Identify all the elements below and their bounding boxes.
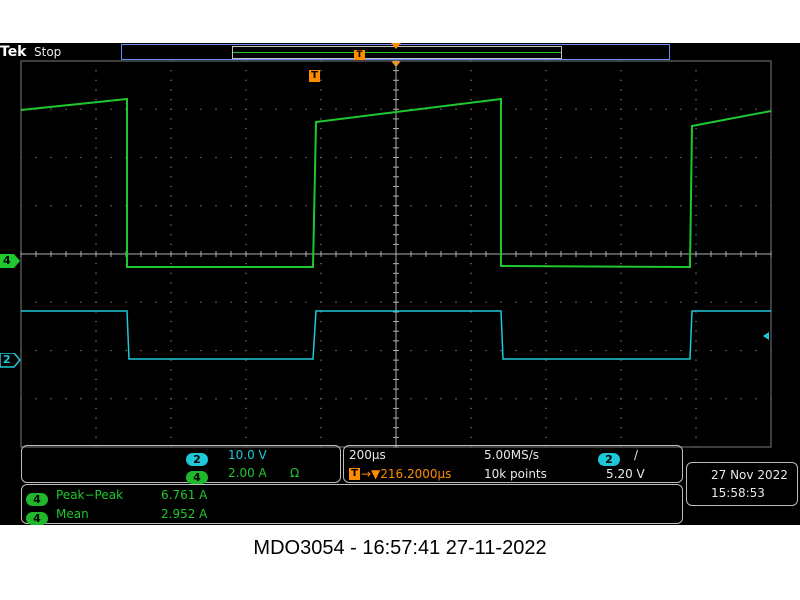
graticule-grid — [20, 60, 772, 448]
trigger-level-arrow[interactable] — [760, 331, 772, 341]
sample-rate: 5.00MS/s — [484, 448, 539, 462]
trigger-delay: →▼216.2000µs — [361, 467, 452, 481]
measurement-badge: 4 — [26, 493, 48, 506]
trigger-delay-icon: T — [349, 468, 360, 480]
timebase-panel[interactable]: 200µs 5.00MS/s 2 / T →▼216.2000µs 10k po… — [343, 445, 683, 483]
measurements-panel[interactable]: 4 Peak−Peak 6.761 A 4 Mean 2.952 A — [21, 484, 683, 525]
measurement-badge: 4 — [26, 512, 48, 525]
measurement-label: Mean — [56, 507, 89, 521]
time-display: 15:58:53 — [711, 486, 765, 500]
channel-scale-panel[interactable]: 2 10.0 V 4 2.00 A Ω — [21, 445, 341, 484]
horizontal-scale: 200µs — [349, 448, 386, 462]
ch2-scale: 10.0 V — [228, 448, 267, 462]
ch2-badge: 2 — [186, 453, 208, 466]
screenshot-caption: MDO3054 - 16:57:41 27-11-2022 — [253, 537, 547, 559]
measurement-label: Peak−Peak — [56, 488, 124, 502]
measurement-value: 2.952 A — [161, 507, 208, 521]
ch4-ground-label: 4 — [3, 254, 11, 267]
date-display: 27 Nov 2022 — [711, 468, 788, 482]
ch2-ground-label: 2 — [3, 353, 11, 366]
trigger-source-badge: 2 — [598, 453, 620, 466]
datetime-panel: 27 Nov 2022 15:58:53 — [686, 462, 798, 506]
ch4-scale: 2.00 A — [228, 466, 267, 480]
ch4-impedance-icon: Ω — [290, 466, 300, 480]
ch4-badge: 4 — [186, 471, 208, 484]
oscilloscope-screen: Tek Stop T T 4 2 2 10.0 V 4 2.00 A Ω 200… — [0, 43, 800, 525]
measurement-value: 6.761 A — [161, 488, 208, 502]
trigger-slope-icon: / — [634, 448, 639, 462]
trigger-level: 5.20 V — [606, 467, 645, 481]
record-length: 10k points — [484, 467, 547, 481]
